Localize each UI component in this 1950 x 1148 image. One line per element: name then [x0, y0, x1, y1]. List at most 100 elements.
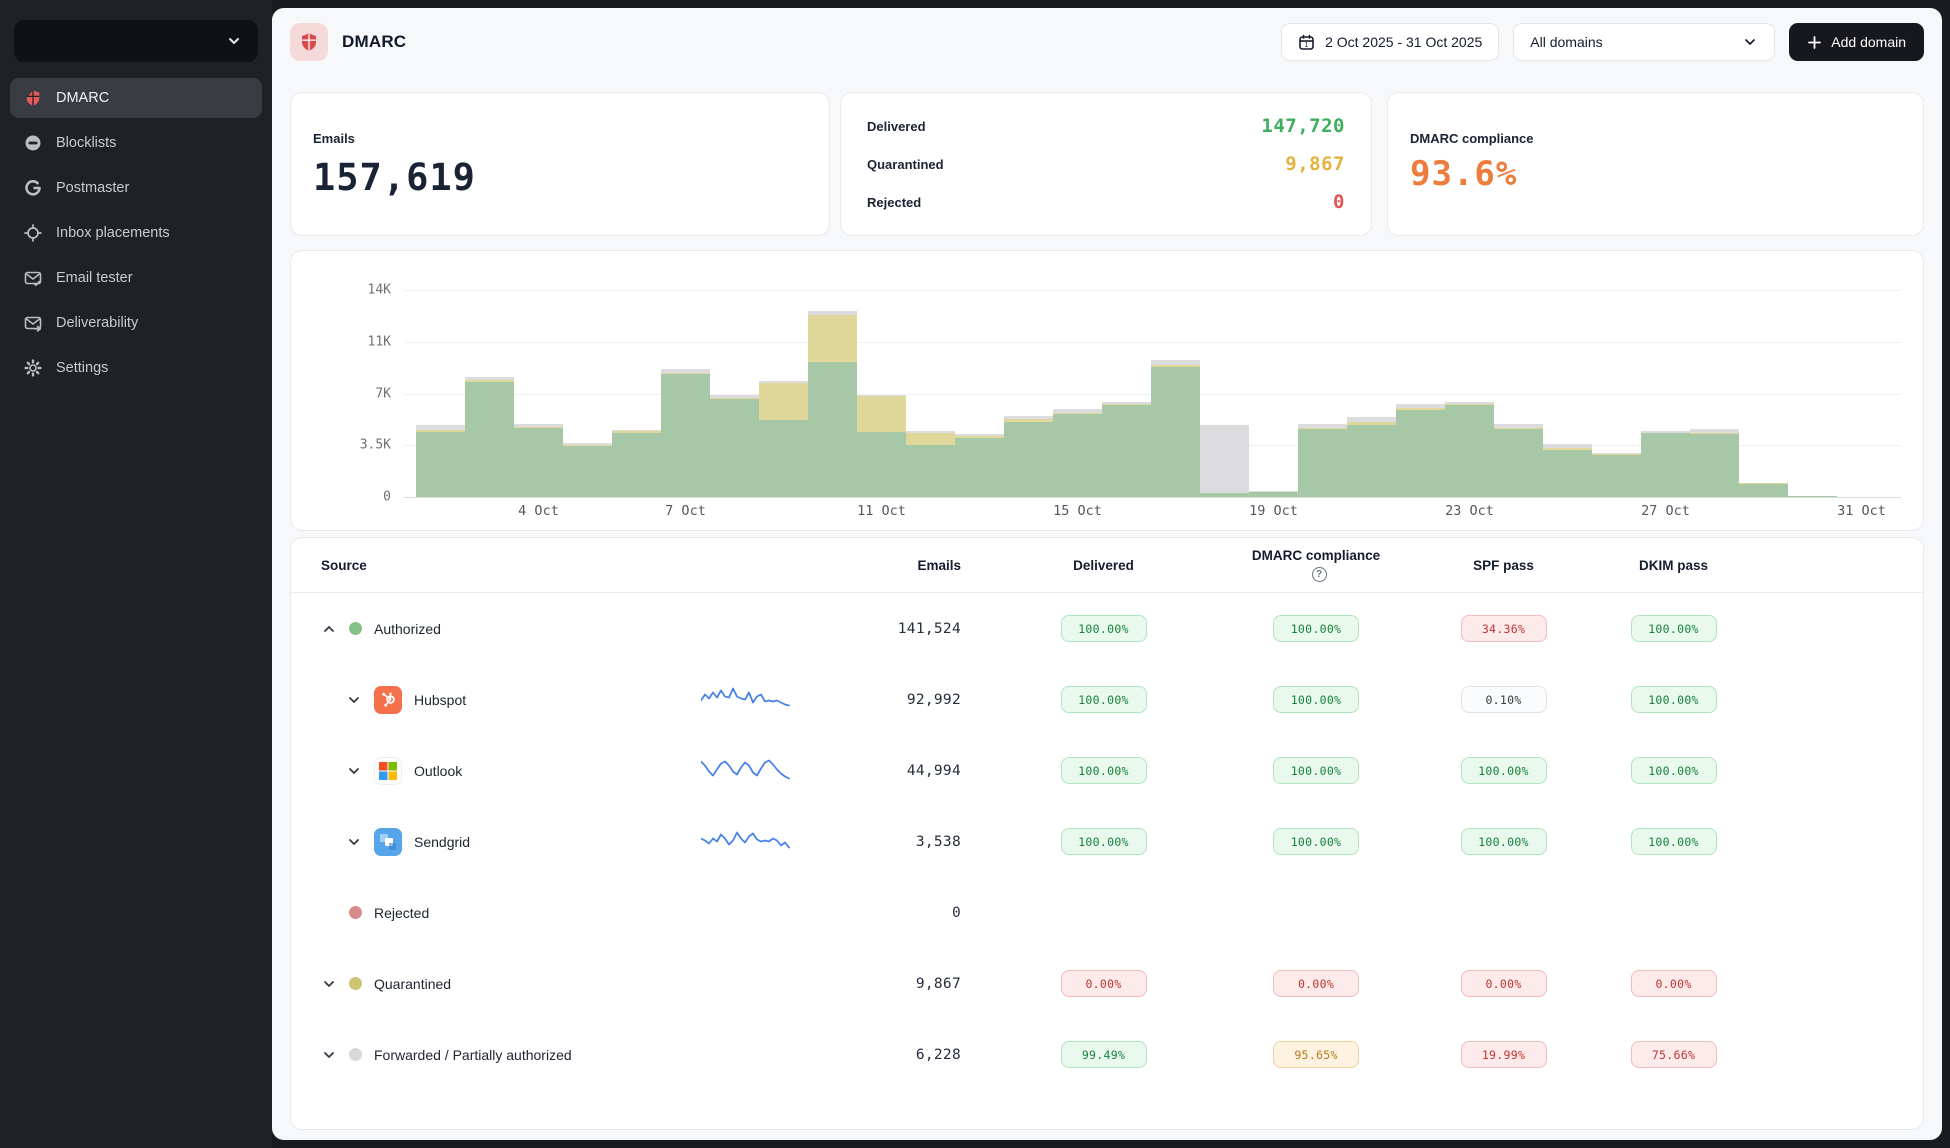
mail-check-icon: [23, 268, 43, 288]
chevron-up-icon[interactable]: [321, 621, 337, 637]
stacked-bar-chart: 03.5K7K11K14K4 Oct7 Oct11 Oct15 Oct19 Oc…: [291, 251, 1923, 530]
google-icon: [23, 178, 43, 198]
sparkline-chart: [701, 682, 793, 717]
bar-30-oct[interactable]: [1788, 496, 1837, 497]
chevron-down-icon[interactable]: [321, 976, 337, 992]
bar-20-oct[interactable]: [1298, 424, 1347, 497]
breakdown-row-quarantined: Quarantined9,867: [867, 153, 1345, 175]
sidebar-item-email-tester[interactable]: Email tester: [10, 258, 262, 298]
bar-segment: [1151, 367, 1200, 497]
percentage-badge: 100.00%: [1631, 686, 1717, 713]
metric-cell: 100.00%: [961, 686, 1246, 713]
percentage-badge: 0.00%: [1631, 970, 1717, 997]
bar-23-oct[interactable]: [1445, 402, 1494, 497]
bar-26-oct[interactable]: [1592, 453, 1641, 497]
bar-14-oct[interactable]: [1004, 416, 1053, 497]
bar-22-oct[interactable]: [1396, 404, 1445, 497]
bar-10-oct[interactable]: [808, 311, 857, 497]
percentage-badge: 100.00%: [1061, 615, 1147, 642]
topbar-actions: 1 2 Oct 2025 - 31 Oct 2025 All domains A…: [1281, 23, 1924, 61]
y-axis-tick: 14K: [305, 283, 391, 298]
bar-segment: [465, 382, 514, 497]
percentage-badge: 100.00%: [1061, 828, 1147, 855]
bar-6-oct[interactable]: [612, 430, 661, 497]
column-header-source: Source: [321, 558, 851, 573]
chevron-down-icon[interactable]: [346, 692, 362, 708]
bar-segment: [514, 428, 563, 497]
source-cell: Authorized: [321, 593, 851, 664]
bar-27-oct[interactable]: [1641, 431, 1690, 497]
sidebar-nav: DMARC Blocklists Postmaster Inbox placement…: [10, 78, 262, 388]
bar-5-oct[interactable]: [563, 443, 612, 497]
bar-28-oct[interactable]: [1690, 429, 1739, 497]
sidebar-item-blocklists[interactable]: Blocklists: [10, 123, 262, 163]
sidebar-item-postmaster[interactable]: Postmaster: [10, 168, 262, 208]
bar-7-oct[interactable]: [661, 369, 710, 497]
bar-13-oct[interactable]: [955, 434, 1004, 497]
metric-cell: 100.00%: [1386, 757, 1621, 784]
percentage-badge: 100.00%: [1273, 615, 1359, 642]
chevron-down-icon[interactable]: [346, 763, 362, 779]
bar-12-oct[interactable]: [906, 431, 955, 497]
source-cell: Sendgrid: [321, 806, 851, 877]
bar-segment: [955, 438, 1004, 497]
emails-value: 141,524: [851, 621, 961, 637]
add-domain-label: Add domain: [1831, 34, 1906, 50]
emails-value: 0: [851, 905, 961, 921]
column-header-spf-pass: SPF pass: [1386, 558, 1621, 573]
percentage-badge: 100.00%: [1631, 757, 1717, 784]
bar-segment: [1053, 414, 1102, 497]
bar-segment: [1200, 425, 1249, 494]
svg-text:1: 1: [1305, 42, 1309, 49]
bar-24-oct[interactable]: [1494, 424, 1543, 497]
bar-17-oct[interactable]: [1151, 360, 1200, 497]
workspace-selector[interactable]: [14, 20, 258, 62]
x-axis-tick: 27 Oct: [1641, 503, 1690, 519]
table-row-outlook: Outlook44,994100.00%100.00%100.00%100.00…: [291, 735, 1923, 806]
sidebar-item-settings[interactable]: Settings: [10, 348, 262, 388]
bar-3-oct[interactable]: [465, 377, 514, 497]
bar-18-oct[interactable]: [1200, 425, 1249, 497]
chevron-down-icon: [226, 33, 242, 49]
bar-19-oct[interactable]: [1249, 491, 1298, 497]
volume-chart-card: 03.5K7K11K14K4 Oct7 Oct11 Oct15 Oct19 Oc…: [290, 250, 1924, 531]
sidebar-item-label: Deliverability: [56, 315, 138, 331]
source-label: Authorized: [374, 621, 441, 637]
bar-segment: [563, 446, 612, 497]
breakdown-value: 0: [1333, 191, 1345, 213]
bar-segment: [906, 433, 955, 445]
bar-11-oct[interactable]: [857, 395, 906, 497]
bar-25-oct[interactable]: [1543, 444, 1592, 497]
emails-card: Emails 157,619: [290, 92, 830, 236]
bar-segment: [1102, 405, 1151, 497]
source-label: Quarantined: [374, 976, 451, 992]
sidebar-item-deliverability[interactable]: Deliverability: [10, 303, 262, 343]
bar-15-oct[interactable]: [1053, 409, 1102, 497]
metric-cell: 100.00%: [1246, 757, 1386, 784]
bar-21-oct[interactable]: [1347, 417, 1396, 497]
add-domain-button[interactable]: Add domain: [1789, 23, 1924, 61]
bar-8-oct[interactable]: [710, 395, 759, 497]
metric-cell: 100.00%: [961, 615, 1246, 642]
bar-9-oct[interactable]: [759, 381, 808, 497]
bar-4-oct[interactable]: [514, 424, 563, 497]
bar-segment: [1788, 496, 1837, 497]
metric-cell: 100.00%: [1621, 686, 1726, 713]
bar-29-oct[interactable]: [1739, 483, 1788, 497]
x-axis-tick: 23 Oct: [1445, 503, 1494, 519]
domain-filter-select[interactable]: All domains: [1513, 23, 1775, 61]
percentage-badge: 0.00%: [1273, 970, 1359, 997]
date-range-picker[interactable]: 1 2 Oct 2025 - 31 Oct 2025: [1281, 23, 1499, 61]
page-title: DMARC: [342, 32, 406, 52]
help-icon[interactable]: ?: [1312, 567, 1327, 582]
sidebar: DMARC Blocklists Postmaster Inbox placement…: [0, 0, 272, 1148]
bar-2-oct[interactable]: [416, 425, 465, 497]
chevron-down-icon[interactable]: [346, 834, 362, 850]
bar-16-oct[interactable]: [1102, 402, 1151, 497]
category-dot: [349, 977, 362, 990]
sidebar-item-inbox-placements[interactable]: Inbox placements: [10, 213, 262, 253]
column-header-emails: Emails: [851, 558, 961, 573]
hubspot-icon: [374, 686, 402, 714]
sidebar-item-dmarc[interactable]: DMARC: [10, 78, 262, 118]
chevron-down-icon[interactable]: [321, 1047, 337, 1063]
